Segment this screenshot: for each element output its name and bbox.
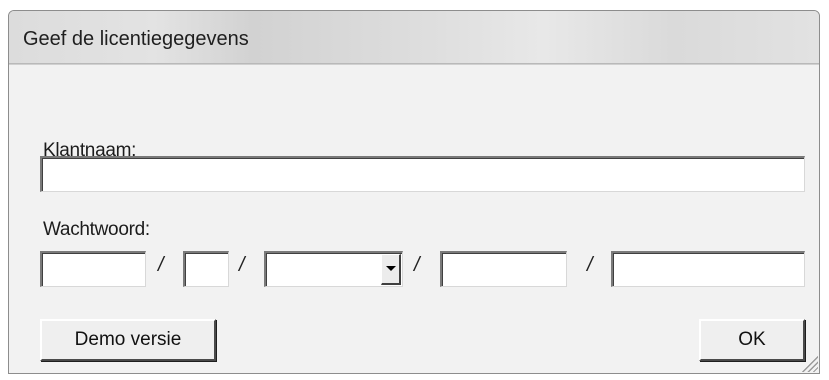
password-part-3-field[interactable] bbox=[440, 251, 567, 287]
password-separator: / bbox=[414, 254, 420, 276]
password-part-1-field[interactable] bbox=[40, 251, 146, 287]
password-separator: / bbox=[239, 254, 245, 276]
password-part-4-field[interactable] bbox=[611, 251, 805, 287]
customer-name-field[interactable] bbox=[40, 156, 805, 192]
license-dialog: Geef de licentiegegevens Klantnaam: Wach… bbox=[8, 10, 820, 374]
ok-button-label: OK bbox=[738, 329, 766, 350]
password-part-combo[interactable] bbox=[264, 251, 403, 287]
demo-version-button-label: Demo versie bbox=[74, 329, 182, 350]
resize-grip-icon[interactable] bbox=[800, 354, 818, 372]
window-title: Geef de licentiegegevens bbox=[23, 28, 249, 50]
password-separator: / bbox=[587, 254, 593, 276]
password-part-2-field[interactable] bbox=[183, 251, 229, 287]
chevron-down-icon bbox=[386, 266, 396, 271]
password-label: Wachtwoord: bbox=[43, 219, 150, 240]
ok-button[interactable]: OK bbox=[699, 319, 805, 361]
dialog-body: Klantnaam: Wachtwoord: / / / / Demo vers… bbox=[9, 64, 819, 373]
title-bar[interactable]: Geef de licentiegegevens bbox=[9, 11, 819, 64]
demo-version-button[interactable]: Demo versie bbox=[40, 319, 216, 361]
combo-dropdown-button[interactable] bbox=[381, 254, 401, 285]
password-separator: / bbox=[158, 254, 164, 276]
